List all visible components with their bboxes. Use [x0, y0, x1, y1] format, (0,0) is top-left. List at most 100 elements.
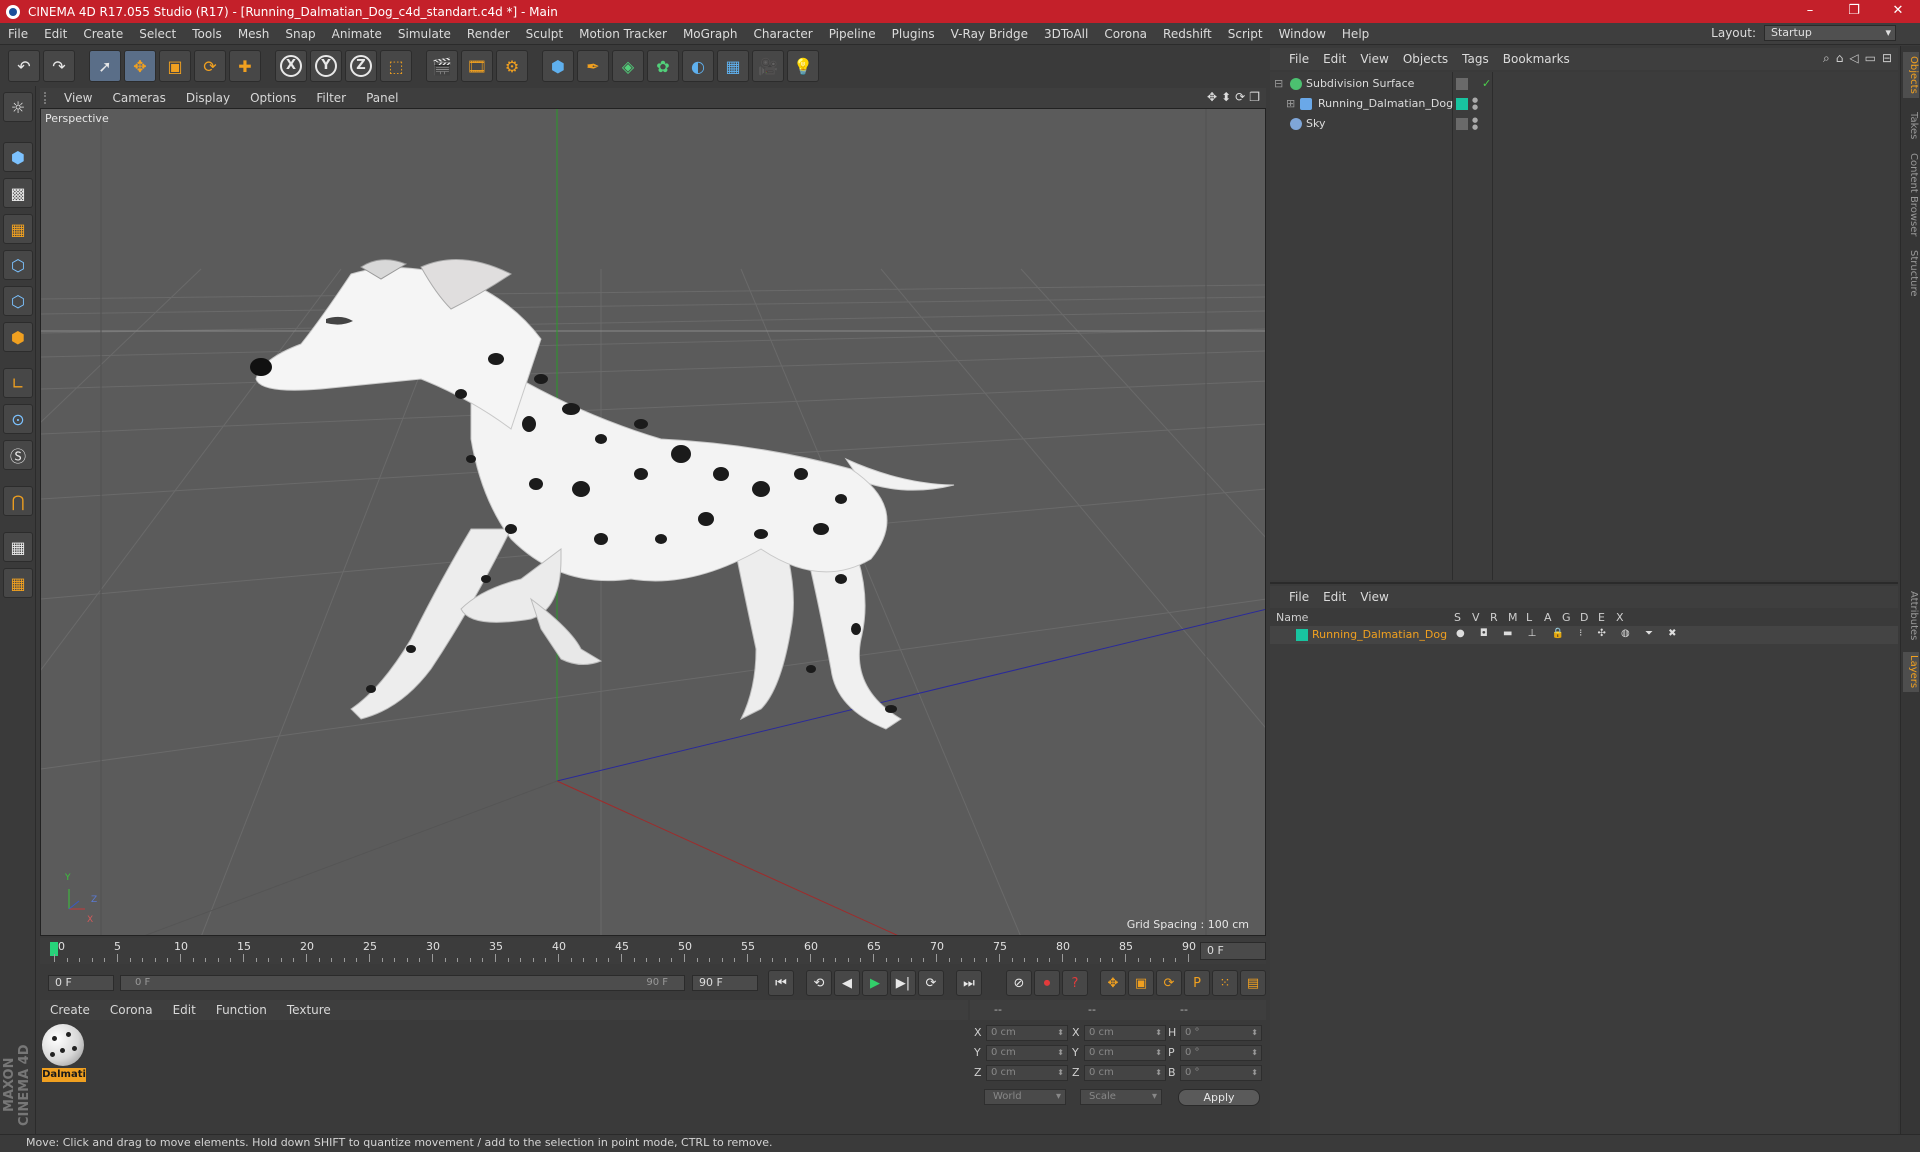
points-mode-button[interactable]: ⬡	[3, 250, 33, 280]
menu-corona[interactable]: Corona	[1096, 27, 1155, 41]
key-rotation-button[interactable]: ⟳	[1156, 970, 1182, 996]
size-y-field[interactable]: 0 cm	[1084, 1045, 1166, 1061]
edges-mode-button[interactable]: ⬡	[3, 286, 33, 316]
material-menu-function[interactable]: Function	[206, 1003, 277, 1017]
undo-button[interactable]: ↶	[8, 50, 40, 82]
key-pla-button[interactable]: ⁙	[1212, 970, 1238, 996]
light-object-button[interactable]: 💡	[787, 50, 819, 82]
objects-menu-tags[interactable]: Tags	[1455, 52, 1496, 66]
rot-p-field[interactable]: 0 °	[1180, 1045, 1262, 1061]
tab-layers[interactable]: Layers	[1903, 652, 1919, 692]
render-settings-button[interactable]: ⚙	[496, 50, 528, 82]
viewport-menu-filter[interactable]: Filter	[306, 91, 356, 105]
material-menu-texture[interactable]: Texture	[277, 1003, 341, 1017]
objects-menu-file[interactable]: File	[1282, 52, 1316, 66]
preview-range-slider[interactable]: 0 F 90 F	[120, 975, 685, 991]
menu-motion-tracker[interactable]: Motion Tracker	[571, 27, 675, 41]
menu-script[interactable]: Script	[1220, 27, 1271, 41]
menu-mograph[interactable]: MoGraph	[675, 27, 746, 41]
next-frame-button[interactable]: ▶|	[890, 970, 916, 996]
make-editable-button[interactable]: ☼	[3, 92, 33, 122]
collapse-toggle-icon[interactable]: ⊟	[1274, 74, 1283, 94]
play-button[interactable]: ▶	[862, 970, 888, 996]
object-row-subdivision-surface[interactable]: ⊟ Subdivision Surface ✓	[1270, 74, 1898, 94]
next-key-button[interactable]: ⟳	[918, 970, 944, 996]
material-swatch[interactable]: Dalmati	[42, 1024, 86, 1082]
layers-menu-file[interactable]: File	[1282, 590, 1316, 604]
layers-menu-view[interactable]: View	[1353, 590, 1395, 604]
new-window-icon[interactable]: ▭	[1865, 51, 1876, 66]
layer-row[interactable]: Running_Dalmatian_Dog ● ◘ ▬ ⊥ 🔒 ⁝ ✣ ◍ ⏷ …	[1270, 626, 1898, 644]
array-generator-button[interactable]: ✿	[647, 50, 679, 82]
coordinate-space-dropdown[interactable]: World	[984, 1089, 1066, 1105]
layer-toggle-icons[interactable]: ● ◘ ▬ ⊥ 🔒 ⁝ ✣ ◍ ⏷ ✖	[1456, 628, 1683, 639]
close-button[interactable]: ✕	[1876, 0, 1920, 23]
zoom-view-icon[interactable]: ⬍	[1221, 90, 1231, 104]
recent-tools-button[interactable]: ✚	[229, 50, 261, 82]
objects-menu-view[interactable]: View	[1353, 52, 1395, 66]
record-position-button[interactable]: ⊘	[1006, 970, 1032, 996]
polygons-mode-button[interactable]: ⬢	[3, 322, 33, 352]
menu-help[interactable]: Help	[1334, 27, 1377, 41]
max-frame-field[interactable]: 90 F	[692, 975, 758, 991]
material-menu-edit[interactable]: Edit	[163, 1003, 206, 1017]
deformer-button[interactable]: ◐	[682, 50, 714, 82]
key-parameter-button[interactable]: P	[1184, 970, 1210, 996]
pen-spline-button[interactable]: ✒	[577, 50, 609, 82]
model-mode-button[interactable]: ⬢	[3, 142, 33, 172]
pan-view-icon[interactable]: ✥	[1207, 90, 1217, 104]
menu-tools[interactable]: Tools	[184, 27, 230, 41]
key-scale-button[interactable]: ▣	[1128, 970, 1154, 996]
record-active-objects-button[interactable]: ⏺	[1034, 970, 1060, 996]
cube-object-button[interactable]: ⬢	[542, 50, 574, 82]
layers-menu-edit[interactable]: Edit	[1316, 590, 1353, 604]
menu-edit[interactable]: Edit	[36, 27, 75, 41]
menu-character[interactable]: Character	[745, 27, 820, 41]
menu-mesh[interactable]: Mesh	[230, 27, 278, 41]
menu-sculpt[interactable]: Sculpt	[518, 27, 571, 41]
objects-menu-bookmarks[interactable]: Bookmarks	[1496, 52, 1577, 66]
dalmatian-dog-model[interactable]	[250, 258, 955, 730]
viewport-menu-options[interactable]: Options	[240, 91, 306, 105]
menu-render[interactable]: Render	[459, 27, 518, 41]
tab-content-browser[interactable]: Content Browser	[1903, 150, 1919, 240]
back-icon[interactable]: ◁	[1849, 51, 1858, 66]
menu-redshift[interactable]: Redshift	[1155, 27, 1220, 41]
y-axis-lock-button[interactable]: Y	[310, 50, 342, 82]
coordinate-system-button[interactable]: ⬚	[380, 50, 412, 82]
timeline-ruler[interactable]: 0 5 10 15 20 25 30 35 40 45 50 55 60 65 …	[40, 938, 1266, 964]
menu-pipeline[interactable]: Pipeline	[821, 27, 884, 41]
restore-button[interactable]: ❐	[1832, 0, 1876, 23]
menu-create[interactable]: Create	[75, 27, 131, 41]
x-axis-lock-button[interactable]: X	[275, 50, 307, 82]
pos-y-field[interactable]: 0 cm	[986, 1045, 1068, 1061]
min-frame-field[interactable]: 0 F	[48, 975, 114, 991]
redo-button[interactable]: ↷	[43, 50, 75, 82]
size-mode-dropdown[interactable]: Scale	[1080, 1089, 1162, 1105]
menu-3dtoall[interactable]: 3DToAll	[1036, 27, 1096, 41]
workplane-mode-button[interactable]: ▦	[3, 214, 33, 244]
toggle-view-icon[interactable]: ❐	[1249, 90, 1260, 104]
previous-frame-button[interactable]: ◀	[834, 970, 860, 996]
go-to-start-button[interactable]: ⏮	[768, 970, 794, 996]
menu-window[interactable]: Window	[1271, 27, 1334, 41]
perspective-viewport[interactable]: Perspective Y Z X Grid Spacing : 100 cm	[40, 108, 1266, 936]
menu-animate[interactable]: Animate	[324, 27, 390, 41]
planar-workplane-button[interactable]: ▦	[3, 568, 33, 598]
enabled-check-icon[interactable]: ✓	[1482, 74, 1491, 94]
visibility-dots-icon[interactable]: ● ●	[1472, 117, 1478, 131]
home-icon[interactable]: ⌂	[1836, 51, 1844, 66]
render-view-button[interactable]: 🎬	[426, 50, 458, 82]
viewport-menu-panel[interactable]: Panel	[356, 91, 408, 105]
tab-takes[interactable]: Takes	[1903, 106, 1919, 146]
collapse-icon[interactable]: ⊟	[1882, 51, 1892, 66]
tab-attributes[interactable]: Attributes	[1903, 586, 1919, 646]
tab-objects[interactable]: Objects	[1903, 52, 1919, 98]
objects-menu-objects[interactable]: Objects	[1396, 52, 1455, 66]
size-x-field[interactable]: 0 cm	[1084, 1025, 1166, 1041]
minimize-button[interactable]: –	[1788, 0, 1832, 23]
material-menu-create[interactable]: Create	[40, 1003, 100, 1017]
autokeying-button[interactable]: ?	[1062, 970, 1088, 996]
pos-z-field[interactable]: 0 cm	[986, 1065, 1068, 1081]
previous-key-button[interactable]: ⟲	[806, 970, 832, 996]
